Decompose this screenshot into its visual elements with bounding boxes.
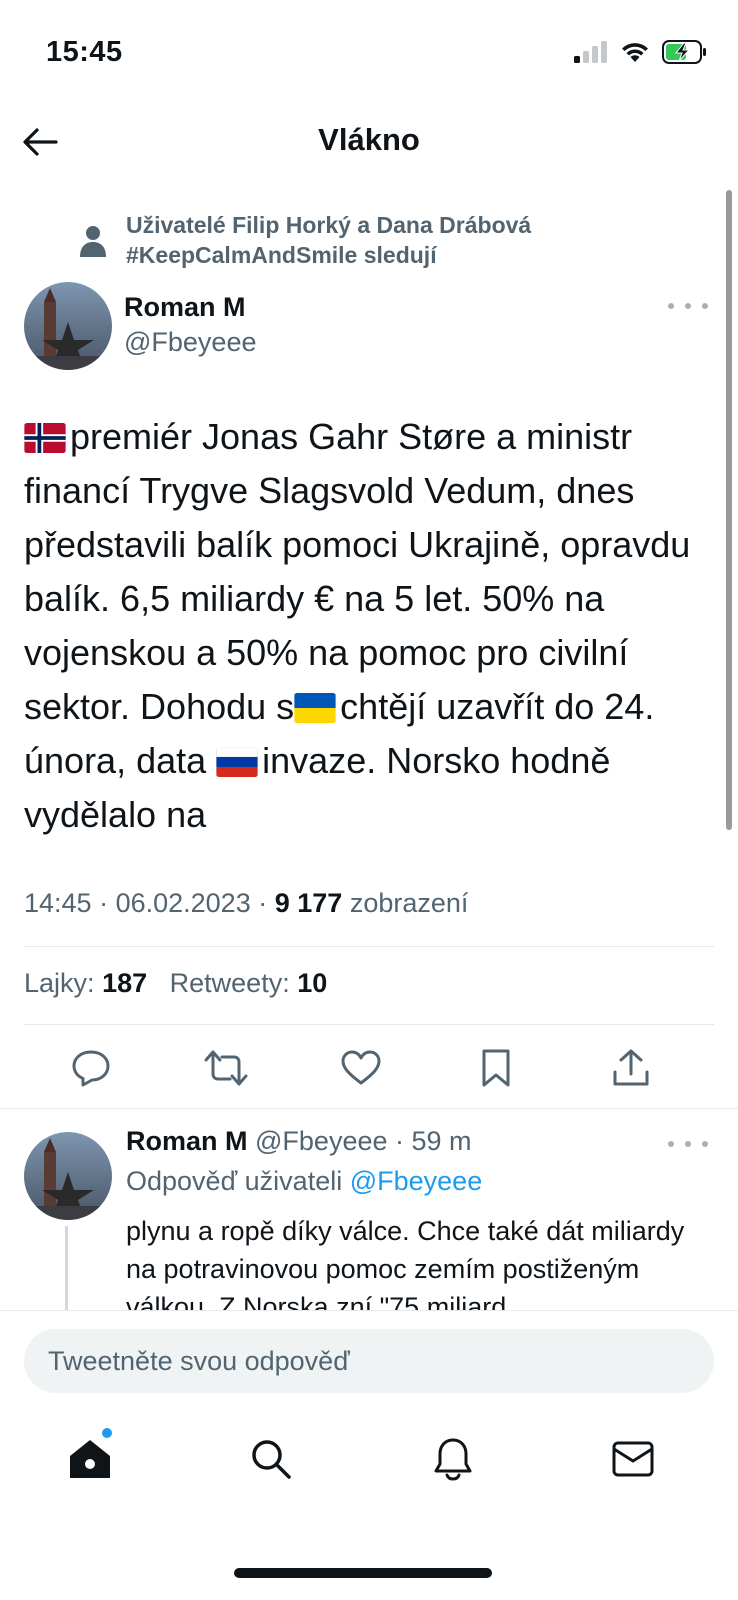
reply-author-name: Roman M (126, 1126, 248, 1156)
retweets-count: 10 (297, 968, 328, 998)
more-options-button[interactable] (668, 296, 708, 316)
avatar-image (24, 1132, 112, 1220)
tweet-text-part1: premiér Jonas Gahr Støre a ministr finan… (24, 416, 691, 727)
retweets-label: Retweety: (169, 968, 290, 998)
divider (24, 1024, 714, 1025)
like-icon (341, 1050, 381, 1085)
home-indicator[interactable] (234, 1568, 492, 1578)
home-notification-dot (102, 1428, 112, 1438)
reply-composer (0, 1310, 738, 1410)
more-dot-icon (668, 303, 674, 309)
status-bar: 15:45 (0, 0, 738, 100)
bookmark-button[interactable] (474, 1046, 518, 1090)
flag-norway-icon (24, 423, 66, 453)
tweet-date: 06.02.2023 (115, 888, 251, 918)
divider (24, 946, 714, 947)
likes-count: 187 (102, 968, 148, 998)
views-label: zobrazení (349, 888, 469, 918)
reply-header[interactable]: Roman M @Fbeyeee · 59 m (126, 1126, 472, 1157)
author-handle[interactable]: @Fbeyeee (124, 327, 256, 358)
reply-more-options-button[interactable] (668, 1134, 708, 1154)
notifications-icon (434, 1438, 472, 1481)
wifi-icon (622, 43, 648, 62)
more-dot-icon (668, 1141, 674, 1147)
page-title: Vlákno (318, 122, 420, 157)
replying-to-mention[interactable]: @Fbeyeee (350, 1166, 482, 1196)
reply-input[interactable] (24, 1329, 714, 1393)
replying-to: Odpověď uživateli @Fbeyeee (126, 1166, 482, 1197)
tweet-stats: Lajky: 187 Retweety: 10 (24, 968, 327, 999)
tab-search[interactable] (246, 1434, 296, 1484)
more-dot-icon (685, 303, 691, 309)
retweet-button[interactable] (204, 1046, 248, 1090)
bookmark-icon (482, 1049, 510, 1087)
flag-russia-icon (216, 747, 259, 777)
reply-icon (72, 1050, 110, 1087)
tweet-text: premiér Jonas Gahr Støre a ministr finan… (24, 410, 714, 842)
reply-text: plynu a ropě díky válce. Chce také dát m… (126, 1216, 685, 1312)
tab-messages[interactable] (608, 1434, 658, 1484)
person-icon (80, 226, 106, 257)
messages-icon (612, 1441, 654, 1477)
avatar[interactable] (24, 282, 112, 370)
retweet-icon (204, 1050, 248, 1086)
tab-notifications[interactable] (428, 1434, 478, 1484)
reply-avatar[interactable] (24, 1132, 112, 1220)
more-dot-icon (685, 1141, 691, 1147)
tweet-time: 14:45 (24, 888, 92, 918)
status-time: 15:45 (46, 36, 123, 68)
avatar-image (24, 282, 112, 370)
thread-line (65, 1226, 68, 1316)
share-icon (613, 1049, 649, 1086)
home-icon (70, 1440, 110, 1478)
thread-header: Vlákno (0, 100, 738, 186)
reply-time: 59 m (411, 1126, 472, 1156)
social-context-line1: Uživatelé Filip Horký a Dana Drábová (126, 212, 532, 238)
more-dot-icon (702, 1141, 708, 1147)
more-dot-icon (702, 303, 708, 309)
flag-ukraine-icon (294, 693, 336, 723)
search-icon (252, 1440, 291, 1479)
retweets-stat[interactable]: Retweety: 10 (170, 968, 328, 998)
likes-stat[interactable]: Lajky: 187 (24, 968, 147, 998)
tab-home[interactable] (65, 1434, 115, 1484)
scrollbar[interactable] (726, 190, 732, 830)
social-context-line2: #KeepCalmAndSmile sledují (126, 242, 437, 268)
replying-to-label: Odpověď uživateli (126, 1166, 343, 1196)
reply-author-handle: @Fbeyeee (255, 1126, 388, 1156)
divider (0, 1108, 738, 1109)
author-name[interactable]: Roman M (124, 292, 246, 323)
tweet-meta: 14:45 · 06.02.2023 · 9 177 zobrazení (24, 888, 469, 918)
likes-label: Lajky: (24, 968, 95, 998)
social-context-text: Uživatelé Filip Horký a Dana Drábová #Ke… (126, 210, 686, 270)
reply-button[interactable] (69, 1046, 113, 1090)
views-count: 9 177 (274, 888, 343, 918)
status-icons (574, 40, 708, 64)
share-button[interactable] (609, 1046, 653, 1090)
tab-bar (0, 1410, 738, 1520)
like-button[interactable] (339, 1046, 383, 1090)
tweet-action-bar (0, 1040, 738, 1100)
battery-charging-icon (662, 40, 706, 64)
cellular-signal-icon (574, 41, 607, 63)
